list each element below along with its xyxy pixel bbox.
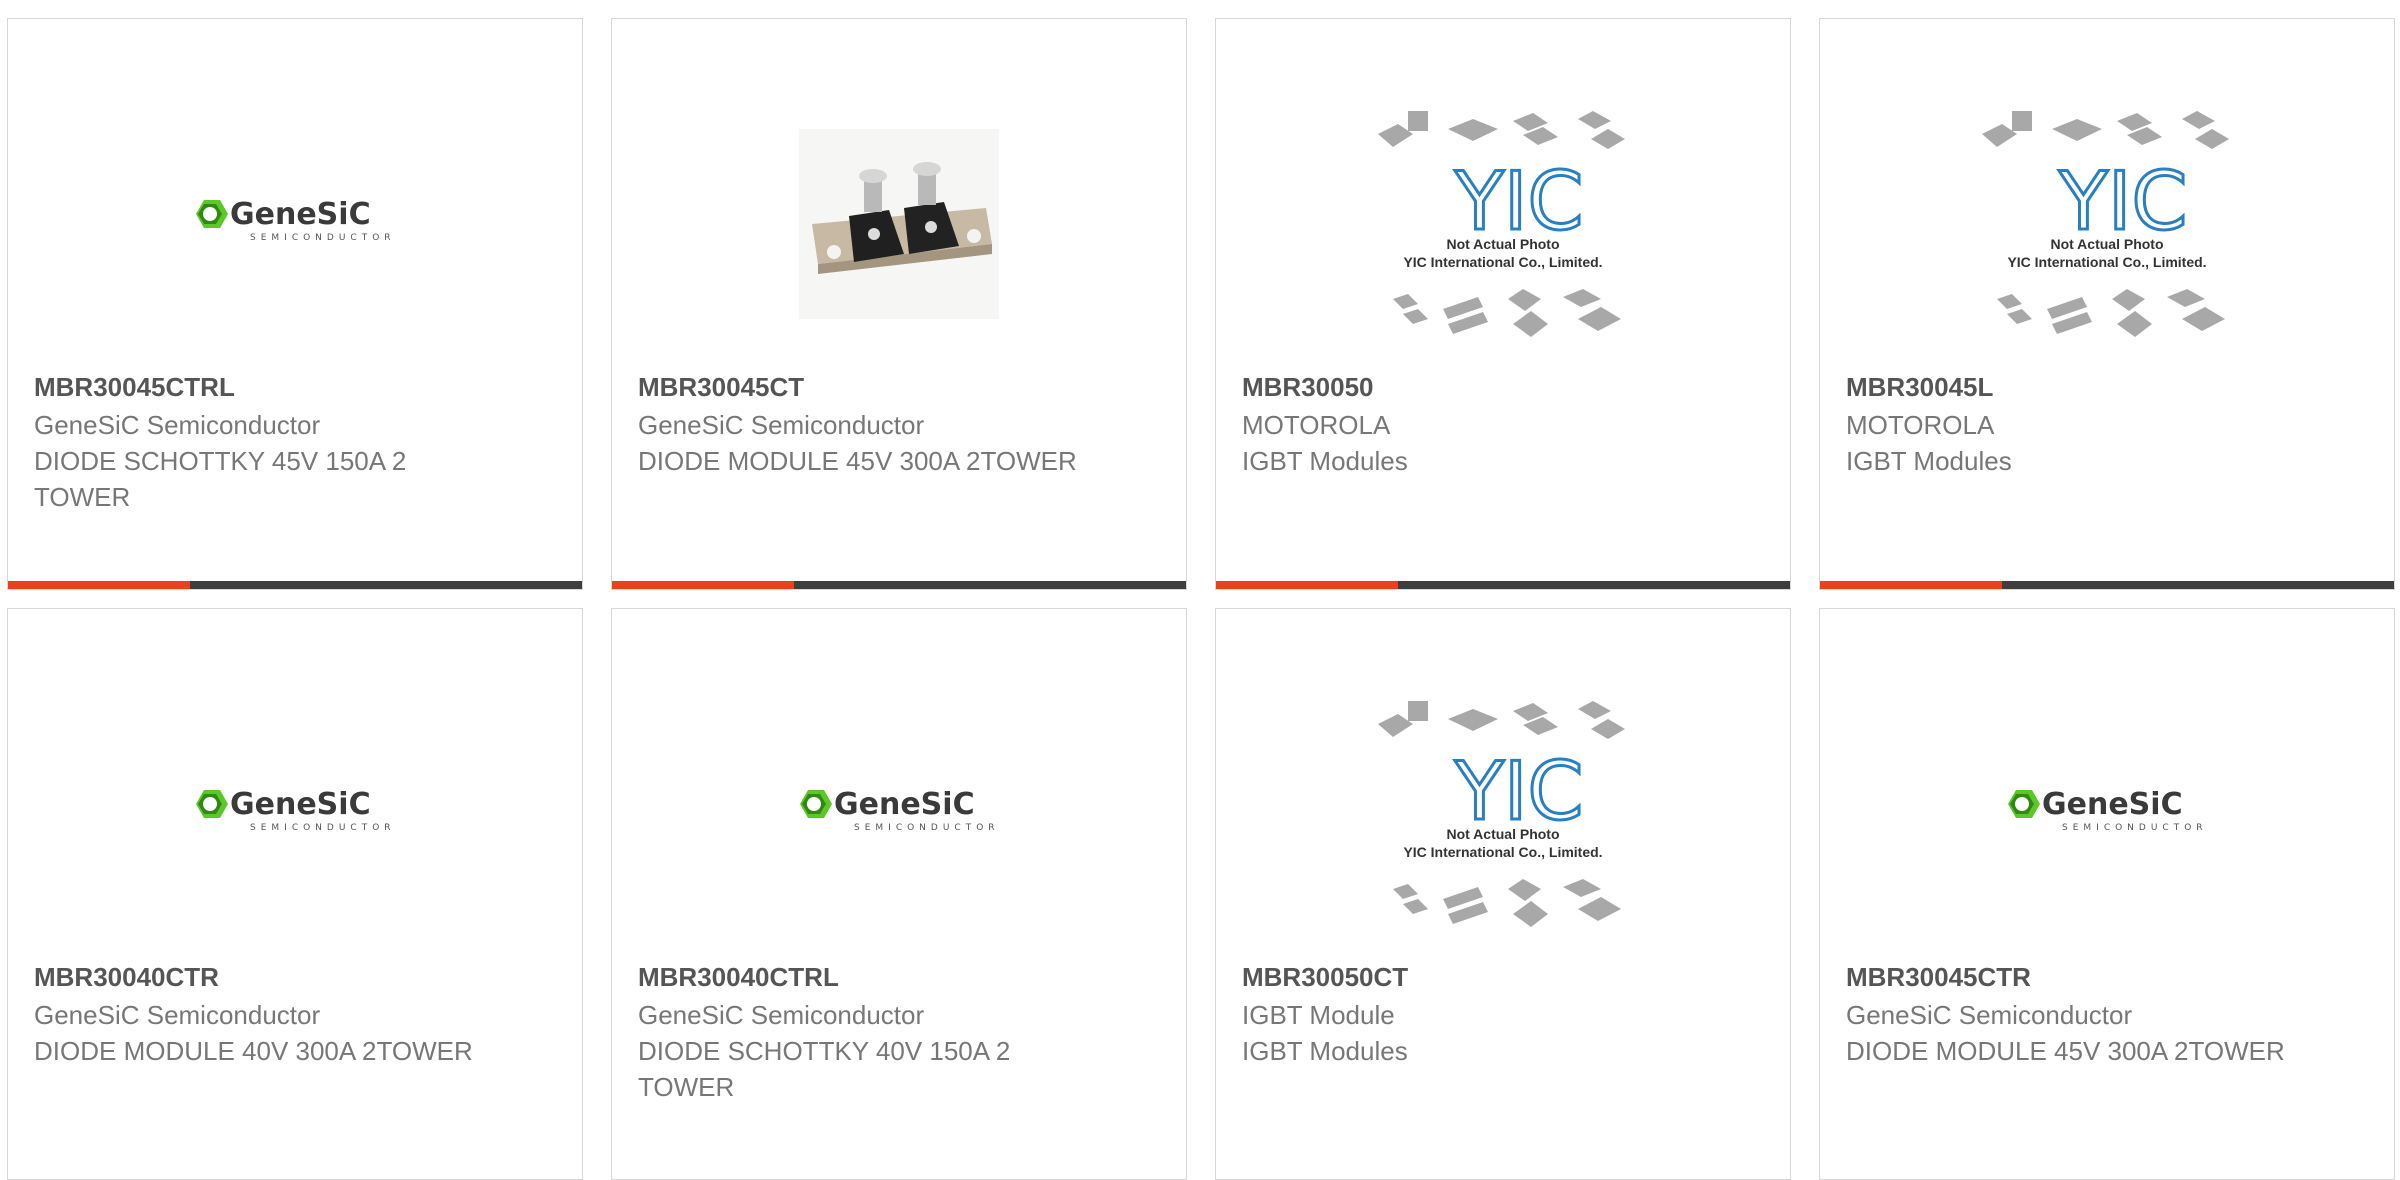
diode-module-photo-icon xyxy=(799,129,999,319)
product-image[interactable]: YIC Not Actual Photo YIC International C… xyxy=(1820,89,2394,359)
part-number[interactable]: MBR30045CTRL xyxy=(34,369,235,405)
card-bottom-bar xyxy=(612,581,1186,589)
description: DIODE MODULE 45V 300A 2TOWER xyxy=(638,446,1077,476)
description: DIODE MODULE 40V 300A 2TOWER xyxy=(34,1036,473,1066)
svg-text:SEMICONDUCTOR: SEMICONDUCTOR xyxy=(250,233,396,243)
genesic-logo-icon: GeneSiC SEMICONDUCTOR xyxy=(800,787,1000,833)
product-card[interactable]: YIC Not Actual Photo YIC International C… xyxy=(1215,608,1791,1180)
svg-text:GeneSiC: GeneSiC xyxy=(230,197,371,232)
svg-text:YIC: YIC xyxy=(1454,155,1583,248)
manufacturer: IGBT Module xyxy=(1242,1000,1395,1030)
part-number[interactable]: MBR30040CTRL xyxy=(638,959,839,995)
genesic-logo-icon: GeneSiC SEMICONDUCTOR xyxy=(196,787,396,833)
genesic-logo-icon: GeneSiC SEMICONDUCTOR xyxy=(2008,787,2208,833)
manufacturer: MOTOROLA xyxy=(1846,410,1995,440)
svg-text:YIC: YIC xyxy=(2058,155,2187,248)
svg-text:YIC International Co., Limited: YIC International Co., Limited. xyxy=(2007,254,2206,270)
part-number[interactable]: MBR30050CT xyxy=(1242,959,1408,995)
card-bottom-bar xyxy=(1820,581,2394,589)
description: IGBT Modules xyxy=(1242,446,1408,476)
svg-text:Not Actual Photo: Not Actual Photo xyxy=(1446,826,1559,842)
manufacturer: GeneSiC Semiconductor xyxy=(34,1000,321,1030)
description: DIODE SCHOTTKY 45V 150A 2 TOWER xyxy=(34,446,407,512)
svg-text:GeneSiC: GeneSiC xyxy=(230,787,371,822)
yic-placeholder-icon: YIC Not Actual Photo YIC International C… xyxy=(1982,111,2229,337)
product-card[interactable]: YIC Not Actual Photo YIC International C… xyxy=(1819,18,2395,590)
manufacturer: GeneSiC Semiconductor xyxy=(34,410,321,440)
svg-text:GeneSiC: GeneSiC xyxy=(834,787,975,822)
svg-text:GeneSiC: GeneSiC xyxy=(2042,787,2183,822)
svg-text:YIC International Co., Limited: YIC International Co., Limited. xyxy=(1403,844,1602,860)
manufacturer: GeneSiC Semiconductor xyxy=(1846,1000,2133,1030)
part-number[interactable]: MBR30045CT xyxy=(638,369,804,405)
card-bottom-bar xyxy=(8,581,582,589)
svg-text:YIC: YIC xyxy=(1454,745,1583,838)
product-card[interactable]: GeneSiC SEMICONDUCTOR MBR30045CTR GeneSi… xyxy=(1819,608,2395,1180)
part-number[interactable]: MBR30040CTR xyxy=(34,959,219,995)
product-image[interactable]: GeneSiC SEMICONDUCTOR xyxy=(612,679,1186,949)
card-bottom-bar xyxy=(1216,581,1790,589)
part-number[interactable]: MBR30045L xyxy=(1846,369,1993,405)
svg-text:SEMICONDUCTOR: SEMICONDUCTOR xyxy=(2062,823,2208,833)
yic-placeholder-icon: YIC Not Actual Photo YIC International C… xyxy=(1378,701,1625,927)
product-image[interactable]: GeneSiC SEMICONDUCTOR xyxy=(8,89,582,359)
svg-text:YIC International Co., Limited: YIC International Co., Limited. xyxy=(1403,254,1602,270)
part-number[interactable]: MBR30050 xyxy=(1242,369,1374,405)
product-image[interactable]: GeneSiC SEMICONDUCTOR xyxy=(8,679,582,949)
product-image[interactable] xyxy=(612,89,1186,359)
product-card[interactable]: GeneSiC SEMICONDUCTOR MBR30040CTR GeneSi… xyxy=(7,608,583,1180)
svg-text:SEMICONDUCTOR: SEMICONDUCTOR xyxy=(250,823,396,833)
product-image[interactable]: YIC Not Actual Photo YIC International C… xyxy=(1216,89,1790,359)
description: IGBT Modules xyxy=(1242,1036,1408,1066)
product-card[interactable]: GeneSiC SEMICONDUCTOR MBR30045CTRL GeneS… xyxy=(7,18,583,590)
yic-placeholder-icon: YIC Not Actual Photo YIC International C… xyxy=(1378,111,1625,337)
description: DIODE MODULE 45V 300A 2TOWER xyxy=(1846,1036,2285,1066)
genesic-logo-icon: GeneSiC SEMICONDUCTOR xyxy=(196,197,396,243)
product-image[interactable]: YIC Not Actual Photo YIC International C… xyxy=(1216,679,1790,949)
description: IGBT Modules xyxy=(1846,446,2012,476)
part-number[interactable]: MBR30045CTR xyxy=(1846,959,2031,995)
product-image[interactable]: GeneSiC SEMICONDUCTOR xyxy=(1820,679,2394,949)
svg-text:Not Actual Photo: Not Actual Photo xyxy=(2050,236,2163,252)
product-card[interactable]: GeneSiC SEMICONDUCTOR MBR30040CTRL GeneS… xyxy=(611,608,1187,1180)
svg-text:Not Actual Photo: Not Actual Photo xyxy=(1446,236,1559,252)
product-card[interactable]: MBR30045CT GeneSiC Semiconductor DIODE M… xyxy=(611,18,1187,590)
description: DIODE SCHOTTKY 40V 150A 2 TOWER xyxy=(638,1036,1011,1102)
svg-text:SEMICONDUCTOR: SEMICONDUCTOR xyxy=(854,823,1000,833)
manufacturer: GeneSiC Semiconductor xyxy=(638,1000,925,1030)
manufacturer: GeneSiC Semiconductor xyxy=(638,410,925,440)
product-card[interactable]: YIC Not Actual Photo YIC International C… xyxy=(1215,18,1791,590)
manufacturer: MOTOROLA xyxy=(1242,410,1391,440)
